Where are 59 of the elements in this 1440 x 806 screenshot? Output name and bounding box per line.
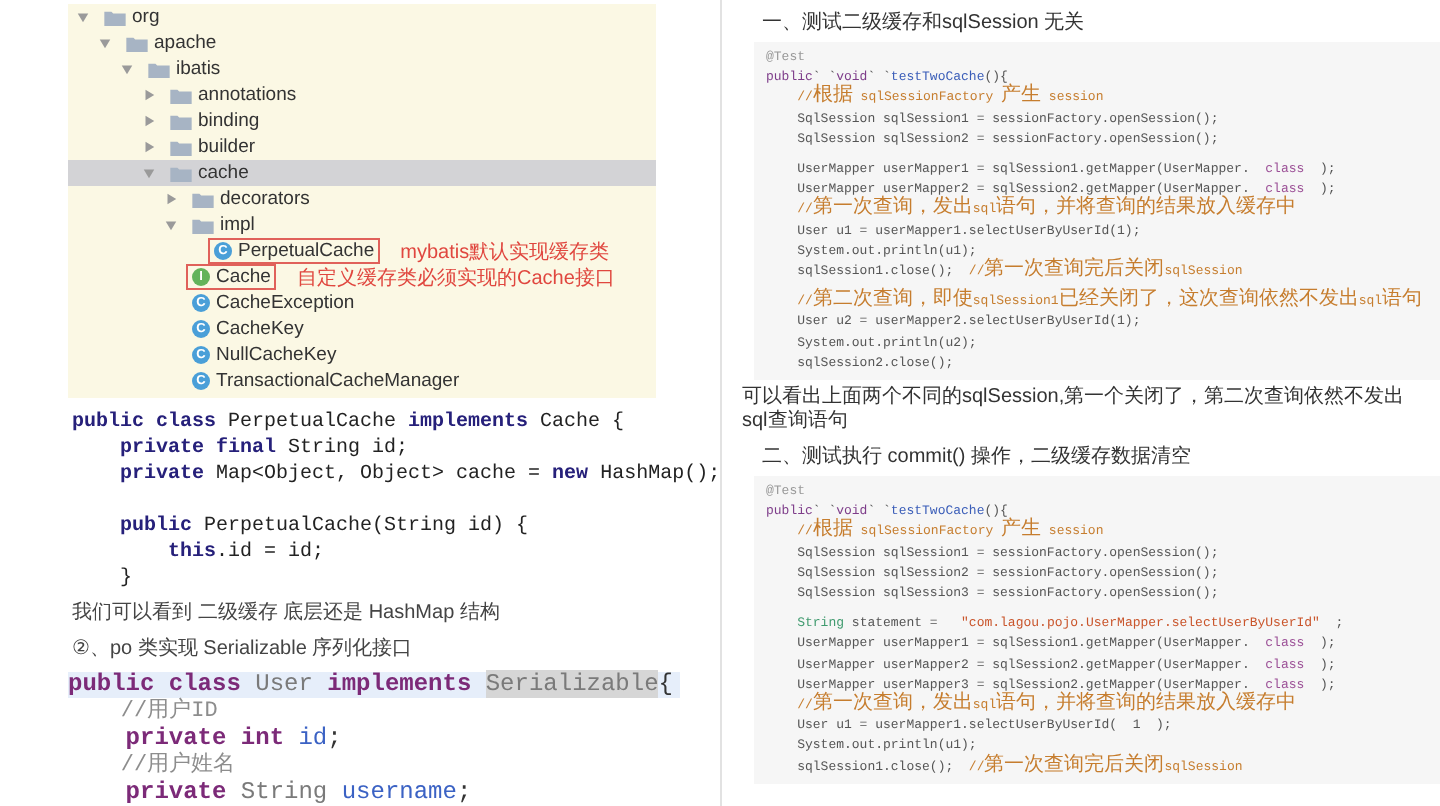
expanded-arrow-icon[interactable] <box>98 36 112 50</box>
collapsed-arrow-icon[interactable] <box>142 140 156 154</box>
code-line: private Map<Object, Object> cache = new HashMap(); <box>118 462 720 488</box>
folder-icon <box>170 113 192 129</box>
folder-icon <box>192 191 214 207</box>
collapsed-arrow-icon[interactable] <box>164 192 178 206</box>
code-line: this.id = id; <box>166 540 327 566</box>
tree-label: CacheKey <box>216 318 304 340</box>
paragraph: ②、po 类实现 Serializable 序列化接口 <box>72 636 415 664</box>
tree-item[interactable]: org <box>68 4 656 30</box>
tree-label: binding <box>198 110 260 132</box>
code-line: private final String id; <box>118 436 411 462</box>
expanded-arrow-icon[interactable] <box>76 10 90 24</box>
tree-item[interactable]: apache <box>68 30 656 56</box>
annotation-note: 自定义缓存类必须实现的Cache接口 <box>296 265 615 291</box>
section-heading: 一、测试二级缓存和sqlSession 无关 <box>762 10 1087 36</box>
folder-icon <box>170 165 192 181</box>
tree-item[interactable]: impl <box>68 212 656 238</box>
tree-item[interactable]: decorators <box>68 186 656 212</box>
tree-label: ibatis <box>176 58 221 80</box>
folder-icon <box>170 87 192 103</box>
paragraph: 我们可以看到 二级缓存 底层还是 HashMap 结构 <box>72 600 502 628</box>
tree-label: decorators <box>220 188 310 210</box>
folder-icon <box>104 9 126 25</box>
tree-label: apache <box>154 32 217 54</box>
tree-label: PerpetualCache <box>238 240 375 262</box>
tree-item[interactable]: cache <box>68 160 656 186</box>
code-line: public class PerpetualCache implements Cache { <box>72 410 627 436</box>
code-line: //用户姓名 <box>118 752 238 780</box>
code-line: public PerpetualCache(String id) { <box>118 514 531 540</box>
tree-item[interactable]: ibatis <box>68 56 656 82</box>
paragraph: 可以看出上面两个不同的sqlSession,第一个关闭了，第二次查询依然不发出sql查询语句 <box>742 386 1407 435</box>
tree-item[interactable]: builder <box>68 134 656 160</box>
tree-label: CacheException <box>216 292 355 314</box>
code-line: } <box>118 566 135 592</box>
expanded-arrow-icon[interactable] <box>120 62 134 76</box>
code-line: //用户ID <box>118 698 220 726</box>
tree-label: NullCacheKey <box>216 344 337 366</box>
code-line: private int id; <box>123 726 344 752</box>
code-line: private String username; <box>123 780 474 806</box>
expanded-arrow-icon[interactable] <box>142 166 156 180</box>
tree-label: builder <box>198 136 256 158</box>
section-heading: 二、测试执行 commit() 操作，二级缓存数据清空 <box>762 444 1193 471</box>
tree-item[interactable]: binding <box>68 108 656 134</box>
tree-label: cache <box>198 162 249 184</box>
tree-label: TransactionalCacheManager <box>216 370 460 392</box>
collapsed-arrow-icon[interactable] <box>142 88 156 102</box>
tree-label: annotations <box>198 84 297 106</box>
tree-label: impl <box>220 214 255 236</box>
annotation-note: mybatis默认实现缓存类 <box>400 239 610 265</box>
tree-label: Cache <box>216 266 271 288</box>
folder-icon <box>192 217 214 233</box>
folder-icon <box>148 61 170 77</box>
tree-label: org <box>132 6 160 28</box>
folder-icon <box>170 139 192 155</box>
tree-item[interactable]: annotations <box>68 82 656 108</box>
expanded-arrow-icon[interactable] <box>164 218 178 232</box>
collapsed-arrow-icon[interactable] <box>142 114 156 128</box>
folder-icon <box>126 35 148 51</box>
